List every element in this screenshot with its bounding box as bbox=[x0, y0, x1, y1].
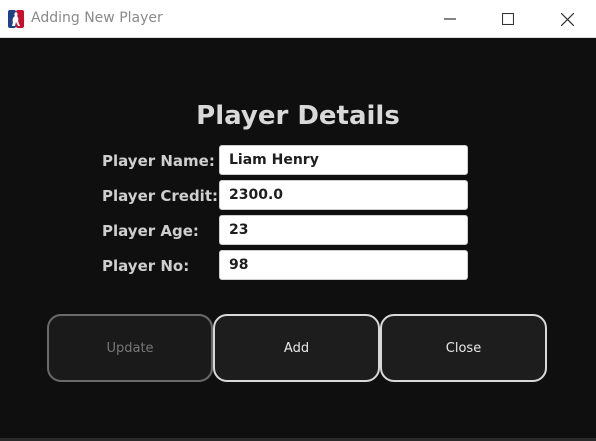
close-window-button[interactable] bbox=[544, 0, 590, 38]
player-credit-label: Player Credit: bbox=[102, 187, 218, 205]
player-age-label: Player Age: bbox=[102, 222, 199, 240]
player-no-label: Player No: bbox=[102, 257, 190, 275]
player-no-input[interactable] bbox=[219, 250, 468, 280]
maximize-icon bbox=[502, 13, 514, 25]
minimize-button[interactable] bbox=[427, 0, 473, 38]
player-name-input[interactable] bbox=[219, 145, 468, 175]
maximize-button[interactable] bbox=[485, 0, 531, 38]
content-area: Player Details Player Name: Player Credi… bbox=[0, 38, 596, 441]
title-bar[interactable]: Adding New Player bbox=[0, 0, 596, 38]
add-button[interactable]: Add bbox=[213, 314, 380, 382]
minimize-icon bbox=[444, 13, 456, 25]
close-button[interactable]: Close bbox=[380, 314, 547, 382]
form-heading: Player Details bbox=[196, 101, 400, 131]
nba-logo-icon bbox=[7, 9, 25, 29]
player-name-label: Player Name: bbox=[102, 152, 215, 170]
player-age-input[interactable] bbox=[219, 215, 468, 245]
update-button[interactable]: Update bbox=[47, 314, 213, 382]
window-title: Adding New Player bbox=[31, 10, 163, 26]
add-player-window: Adding New Player Player Details Player … bbox=[0, 0, 596, 441]
player-credit-input[interactable] bbox=[219, 180, 468, 210]
close-icon bbox=[560, 12, 574, 26]
